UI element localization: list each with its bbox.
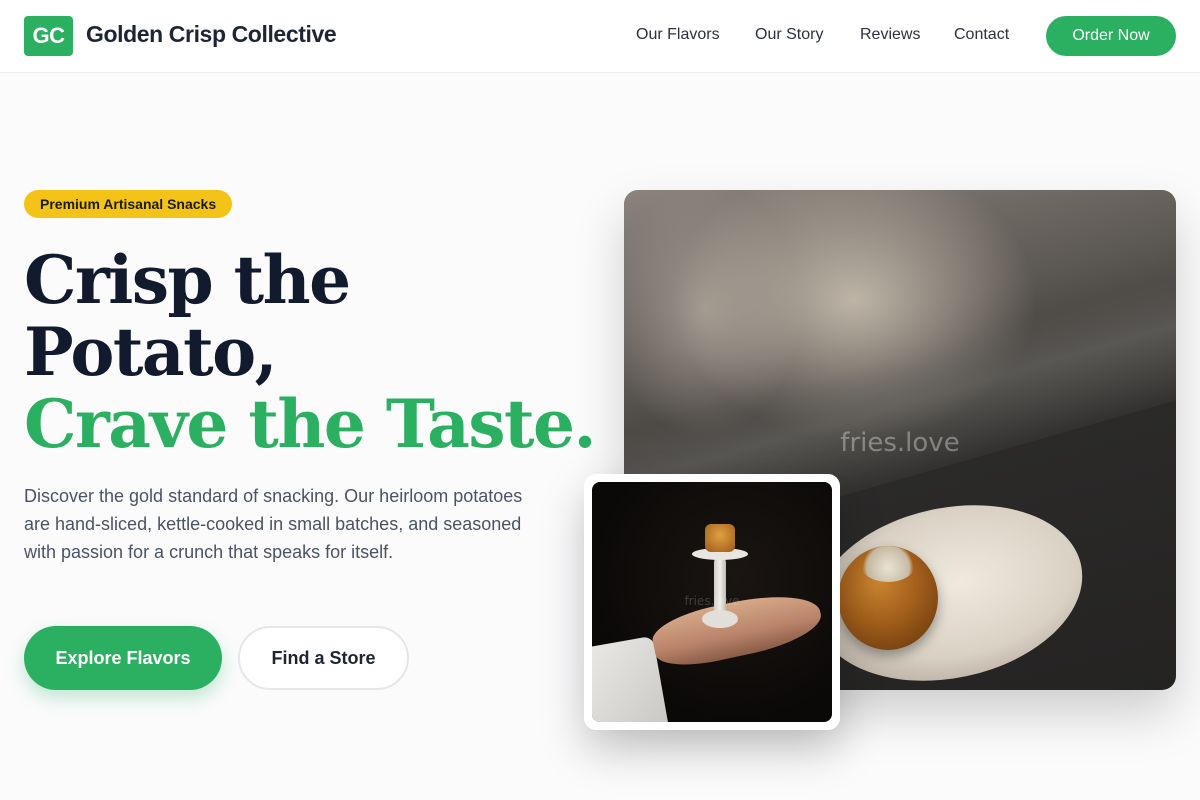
- hero-inset-card: fries.love: [584, 474, 840, 730]
- inset-image-watermark: fries.love: [684, 594, 740, 608]
- hero-inset-image: fries.love: [592, 482, 832, 722]
- hero-description: Discover the gold standard of snacking. …: [24, 486, 523, 562]
- logo-icon[interactable]: GC: [24, 16, 73, 56]
- sphere-garnish: [860, 546, 916, 582]
- nav-our-flavors[interactable]: Our Flavors: [636, 26, 720, 44]
- find-store-button[interactable]: Find a Store: [238, 626, 409, 690]
- headline-line-1: Crisp the: [24, 241, 351, 319]
- explore-flavors-button[interactable]: Explore Flavors: [24, 626, 222, 690]
- headline-line-2: Potato,: [24, 313, 278, 391]
- premium-badge: Premium Artisanal Snacks: [24, 190, 233, 218]
- stand-stem-shape: [714, 558, 726, 618]
- brand-name[interactable]: Golden Crisp Collective: [86, 21, 337, 48]
- nav-contact[interactable]: Contact: [954, 26, 1009, 44]
- stand-base-shape: [702, 610, 738, 628]
- nav-our-story[interactable]: Our Story: [755, 26, 823, 44]
- food-bite-shape: [705, 524, 735, 552]
- order-now-button[interactable]: Order Now: [1046, 16, 1176, 56]
- main-image-watermark: fries.love: [840, 428, 960, 458]
- headline-line-3: Crave the Taste.: [24, 385, 597, 463]
- hero-headline: Crisp the Potato, Crave the Taste.: [24, 241, 597, 463]
- site-header: GC Golden Crisp Collective Our Flavors O…: [0, 0, 1200, 73]
- nav-reviews[interactable]: Reviews: [860, 26, 920, 44]
